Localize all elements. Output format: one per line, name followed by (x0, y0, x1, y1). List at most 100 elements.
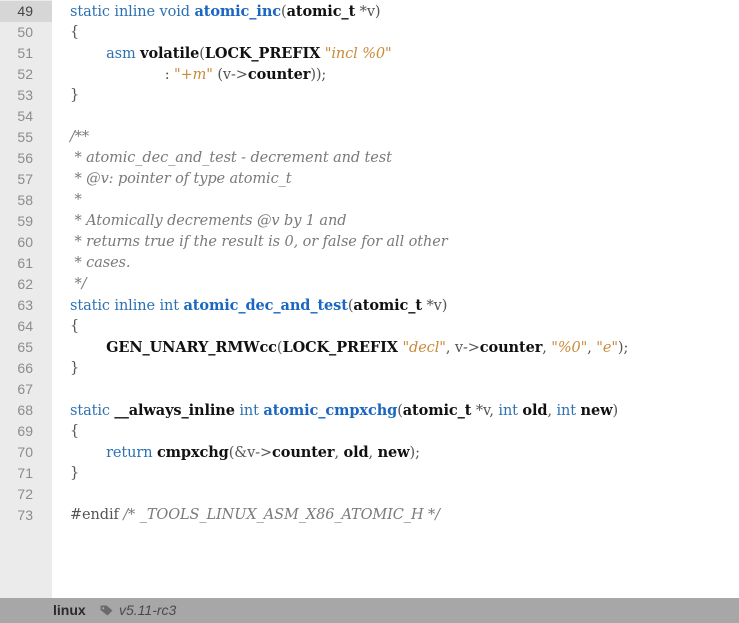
code-token: } (70, 87, 80, 103)
code-token: (&v-> (228, 445, 273, 461)
line-number[interactable]: 55 (0, 127, 52, 148)
line-number[interactable]: 72 (0, 484, 52, 505)
code-token: { (70, 423, 80, 439)
code-token: asm (106, 46, 141, 62)
line-number[interactable]: 62 (0, 274, 52, 295)
line-number[interactable]: 60 (0, 232, 52, 253)
code-token: static inline void (70, 4, 195, 20)
line-source: * cases. (70, 253, 131, 274)
code-token: "decl" (402, 340, 446, 356)
code-token: GEN_UNARY_RMWcc (106, 339, 277, 356)
line-source: */ (70, 274, 87, 295)
line-source: { (70, 316, 79, 337)
code-token: } (70, 360, 80, 376)
line-number[interactable]: 67 (0, 379, 52, 400)
code-line: 52 : "+m" (v->counter)); (0, 64, 739, 85)
code-line: 73 #endif /* _TOOLS_LINUX_ASM_X86_ATOMIC_… (0, 505, 739, 526)
line-number[interactable]: 69 (0, 421, 52, 442)
code-line: 61 * cases. (0, 253, 739, 274)
code-token: * Atomically decrements @v by 1 and (70, 213, 347, 229)
code-token: #endif (70, 507, 124, 523)
line-source: } (70, 85, 79, 106)
code-token: atomic_cmpxchg (263, 402, 398, 419)
line-number[interactable]: 63 (0, 295, 52, 316)
line-source: * atomic_dec_and_test - decrement and te… (70, 148, 392, 169)
code-line: 56 * atomic_dec_and_test - decrement and… (0, 148, 739, 169)
line-number[interactable]: 68 (0, 400, 52, 421)
line-source: * @v: pointer of type atomic_t (70, 169, 292, 190)
code-line: 68 static __always_inline int atomic_cmpx… (0, 400, 739, 421)
code-line: 53} (0, 85, 739, 106)
code-token: ); (409, 445, 420, 461)
line-number[interactable]: 52 (0, 64, 52, 85)
code-area[interactable]: 49 static inline void atomic_inc(atomic_t… (0, 0, 739, 598)
line-number[interactable]: 66 (0, 358, 52, 379)
code-token: * returns true if the result is 0, or fa… (70, 234, 448, 250)
line-source: } (70, 358, 79, 379)
source-viewer: 49 static inline void atomic_inc(atomic_t… (0, 0, 739, 623)
code-token: LOCK_PREFIX (282, 339, 398, 356)
line-number[interactable]: 58 (0, 190, 52, 211)
line-number[interactable]: 59 (0, 211, 52, 232)
code-line: 69 { (0, 421, 739, 442)
line-number[interactable]: 65 (0, 337, 52, 358)
line-source: static inline int atomic_dec_and_test(at… (70, 295, 447, 317)
line-number[interactable]: 50 (0, 22, 52, 43)
code-token: atomic_t (353, 297, 423, 314)
code-line: 63 static inline int atomic_dec_and_test(… (0, 295, 739, 316)
code-line: 58 * (0, 190, 739, 211)
code-token: counter (479, 339, 543, 356)
code-token: "e" (596, 340, 618, 356)
line-source: { (70, 22, 79, 43)
code-token: /* _TOOLS_LINUX_ASM_X86_ATOMIC_H */ (123, 507, 440, 523)
code-token: new (580, 402, 613, 419)
code-line: 66} (0, 358, 739, 379)
code-line: 51 asm volatile(LOCK_PREFIX "incl %0" (0, 43, 739, 64)
line-source: GEN_UNARY_RMWcc(LOCK_PREFIX "decl", v->c… (70, 337, 628, 359)
line-number[interactable]: 51 (0, 43, 52, 64)
code-line: 62 */ (0, 274, 739, 295)
code-token: counter (247, 66, 311, 83)
code-token: int (234, 403, 264, 419)
line-source: return cmpxchg(&v->counter, old, new); (70, 442, 420, 464)
code-token: , v-> (445, 340, 480, 356)
line-number[interactable]: 70 (0, 442, 52, 463)
code-line: 49 static inline void atomic_inc(atomic_t… (0, 1, 739, 22)
code-token: __always_inline (114, 402, 235, 419)
status-bar: linux v5.11-rc3 (0, 598, 739, 623)
code-token: , (368, 445, 378, 461)
code-token: LOCK_PREFIX (204, 45, 321, 62)
code-token: * cases. (70, 255, 131, 271)
code-line: 50 { (0, 22, 739, 43)
line-number[interactable]: 54 (0, 106, 52, 127)
code-token: atomic_t (402, 402, 472, 419)
tag-name[interactable]: v5.11-rc3 (119, 598, 176, 623)
code-line: 60 * returns true if the result is 0, or… (0, 232, 739, 253)
line-number[interactable]: 71 (0, 463, 52, 484)
code-line: 64 { (0, 316, 739, 337)
line-number[interactable]: 61 (0, 253, 52, 274)
code-token: counter (272, 444, 335, 461)
code-token: )); (310, 67, 327, 83)
code-token: * @v: pointer of type atomic_t (70, 171, 292, 187)
line-number[interactable]: 49 (0, 1, 52, 22)
line-source: static __always_inline int atomic_cmpxch… (70, 400, 618, 422)
line-number[interactable]: 73 (0, 505, 52, 526)
line-number[interactable]: 57 (0, 169, 52, 190)
code-token: , (542, 340, 552, 356)
code-token: "+m" (174, 67, 213, 83)
code-token: (v-> (212, 67, 248, 83)
line-number[interactable]: 53 (0, 85, 52, 106)
line-number[interactable]: 56 (0, 148, 52, 169)
repo-name[interactable]: linux (53, 598, 86, 623)
code-line: 55 /** (0, 127, 739, 148)
line-number[interactable]: 64 (0, 316, 52, 337)
line-source: #endif /* _TOOLS_LINUX_ASM_X86_ATOMIC_H … (70, 505, 440, 526)
code-line: 70 return cmpxchg(&v->counter, old, new)… (0, 442, 739, 463)
code-token: volatile (140, 45, 200, 62)
code-line: 59 * Atomically decrements @v by 1 and (0, 211, 739, 232)
line-source: { (70, 421, 79, 442)
code-token: , (334, 445, 344, 461)
code-token: { (70, 318, 80, 334)
